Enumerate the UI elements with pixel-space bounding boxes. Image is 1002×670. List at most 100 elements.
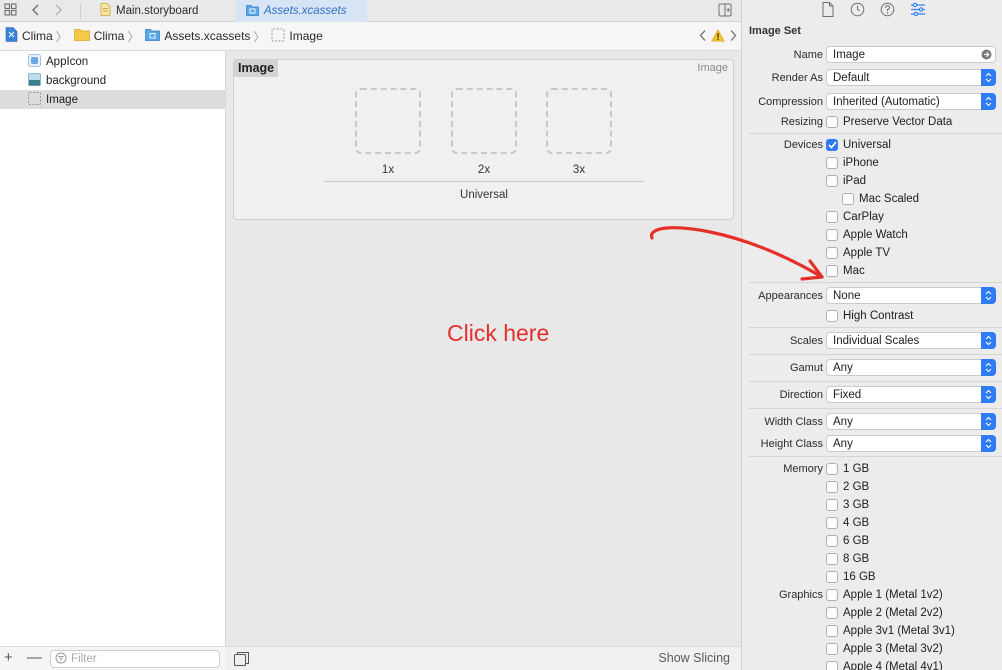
- checkbox[interactable]: [826, 462, 838, 475]
- width-class-popup[interactable]: Any: [826, 413, 996, 430]
- checkbox-checked[interactable]: [826, 138, 838, 151]
- device-checkbox-apple-tv[interactable]: Apple TV: [826, 245, 890, 260]
- checkbox[interactable]: [826, 309, 838, 322]
- memory-checkbox-1gb[interactable]: 1 GB: [826, 461, 869, 476]
- checkbox[interactable]: [826, 115, 838, 128]
- folder-icon: [73, 28, 90, 44]
- high-contrast-checkbox[interactable]: High Contrast: [826, 308, 913, 323]
- device-checkbox-mac-scaled[interactable]: Mac Scaled: [842, 191, 919, 206]
- checkbox[interactable]: [826, 660, 838, 670]
- checkbox-label: 3 GB: [843, 498, 870, 511]
- breadcrumb-label: Image: [289, 29, 323, 43]
- memory-checkbox-2gb[interactable]: 2 GB: [826, 479, 869, 494]
- graphics-checkbox-apple3v1[interactable]: Apple 3v1 (Metal 3v1): [826, 623, 955, 638]
- breadcrumb-asset-catalog[interactable]: Assets.xcassets: [141, 28, 250, 44]
- checkbox[interactable]: [826, 210, 838, 223]
- direction-popup[interactable]: Fixed: [826, 386, 996, 403]
- memory-checkbox-8gb[interactable]: 8 GB: [826, 551, 869, 566]
- preserve-vector-checkbox[interactable]: Preserve Vector Data: [826, 114, 952, 129]
- warning-icon[interactable]: [711, 29, 725, 45]
- devices-label: Devices: [783, 139, 823, 151]
- forward-chevron-icon[interactable]: [53, 3, 67, 17]
- checkbox[interactable]: [826, 552, 838, 565]
- memory-checkbox-16gb[interactable]: 16 GB: [826, 569, 876, 584]
- breadcrumb-project[interactable]: Clima: [0, 27, 53, 45]
- tab-main-storyboard[interactable]: Main.storyboard: [90, 0, 236, 22]
- checkbox[interactable]: [826, 156, 838, 169]
- show-slicing-button[interactable]: Show Slicing: [658, 651, 730, 665]
- checkbox[interactable]: [826, 624, 838, 637]
- file-inspector-icon[interactable]: [822, 2, 837, 17]
- image-slot-2x[interactable]: [451, 88, 517, 154]
- checkbox[interactable]: [826, 642, 838, 655]
- appearances-popup[interactable]: None: [826, 287, 996, 304]
- checkbox[interactable]: [826, 498, 838, 511]
- next-issue-icon[interactable]: [729, 29, 737, 45]
- checkbox[interactable]: [826, 606, 838, 619]
- breadcrumb-image-set[interactable]: Image: [267, 28, 323, 45]
- checkbox-label: Apple 3 (Metal 3v2): [843, 642, 943, 655]
- app-icon-set-icon: [28, 53, 41, 70]
- compression-label: Compression: [758, 96, 823, 108]
- memory-checkbox-4gb[interactable]: 4 GB: [826, 515, 869, 530]
- help-icon[interactable]: [880, 2, 895, 17]
- filter-placeholder: Filter: [71, 653, 97, 665]
- inspector-section-title: Image Set: [749, 25, 801, 37]
- breadcrumb-chevron-icon: 〉: [55, 29, 68, 44]
- device-checkbox-universal[interactable]: Universal: [826, 137, 891, 152]
- checkbox[interactable]: [826, 174, 838, 187]
- assets-toggle-icon[interactable]: [234, 652, 249, 669]
- image-set-title[interactable]: Image: [234, 60, 279, 77]
- add-icon[interactable]: +: [4, 650, 13, 666]
- filter-field[interactable]: Filter: [50, 650, 220, 668]
- checkbox[interactable]: [826, 480, 838, 493]
- remove-icon[interactable]: —: [27, 650, 42, 666]
- list-item-label: Image: [46, 93, 78, 106]
- checkbox-label: Mac Scaled: [859, 192, 920, 205]
- breadcrumb-label: Assets.xcassets: [164, 29, 251, 43]
- checkbox[interactable]: [826, 516, 838, 529]
- back-chevron-icon[interactable]: [31, 3, 45, 17]
- device-checkbox-apple-watch[interactable]: Apple Watch: [826, 227, 908, 242]
- breadcrumb-folder[interactable]: Clima: [70, 28, 124, 44]
- popup-arrows-icon: [981, 287, 996, 304]
- device-checkbox-carplay[interactable]: CarPlay: [826, 209, 884, 224]
- history-clock-icon[interactable]: [850, 2, 865, 17]
- compression-popup[interactable]: Inherited (Automatic): [826, 93, 996, 110]
- checkbox[interactable]: [826, 534, 838, 547]
- name-field[interactable]: Image: [826, 46, 996, 63]
- inspector-tab-bar: [742, 0, 1002, 20]
- go-arrow-icon[interactable]: [981, 49, 992, 63]
- tab-assets-xcassets[interactable]: Assets.xcassets: [236, 0, 367, 22]
- list-item-appicon[interactable]: AppIcon: [0, 52, 225, 71]
- memory-checkbox-6gb[interactable]: 6 GB: [826, 533, 869, 548]
- previous-issue-icon[interactable]: [699, 29, 707, 45]
- graphics-checkbox-apple3[interactable]: Apple 3 (Metal 3v2): [826, 641, 943, 656]
- gamut-label: Gamut: [789, 362, 823, 374]
- width-class-label: Width Class: [764, 416, 823, 428]
- list-item-image[interactable]: Image: [0, 90, 225, 109]
- render-as-popup[interactable]: Default: [826, 69, 996, 86]
- device-checkbox-ipad[interactable]: iPad: [826, 173, 866, 188]
- graphics-checkbox-apple4[interactable]: Apple 4 (Metal 4v1): [826, 659, 943, 670]
- memory-checkbox-3gb[interactable]: 3 GB: [826, 497, 869, 512]
- device-checkbox-iphone[interactable]: iPhone: [826, 155, 879, 170]
- grid-icon[interactable]: [4, 3, 18, 17]
- checkbox-label: 8 GB: [843, 552, 870, 565]
- checkbox[interactable]: [826, 570, 838, 583]
- graphics-checkbox-apple1[interactable]: Apple 1 (Metal 1v2): [826, 587, 943, 602]
- attributes-inspector-icon[interactable]: [910, 2, 925, 17]
- scales-popup[interactable]: Individual Scales: [826, 332, 996, 349]
- checkbox[interactable]: [842, 192, 854, 205]
- scale-label: 1x: [381, 164, 395, 176]
- list-item-background[interactable]: background: [0, 71, 225, 90]
- height-class-popup[interactable]: Any: [826, 435, 996, 452]
- checkbox-label: iPad: [843, 174, 867, 187]
- graphics-checkbox-apple2[interactable]: Apple 2 (Metal 2v2): [826, 605, 943, 620]
- checkbox[interactable]: [826, 588, 838, 601]
- gamut-popup[interactable]: Any: [826, 359, 996, 376]
- device-checkbox-mac[interactable]: Mac: [826, 263, 865, 278]
- image-slot-3x[interactable]: [546, 88, 612, 154]
- image-slot-1x[interactable]: [355, 88, 421, 154]
- add-editor-icon[interactable]: [718, 3, 732, 17]
